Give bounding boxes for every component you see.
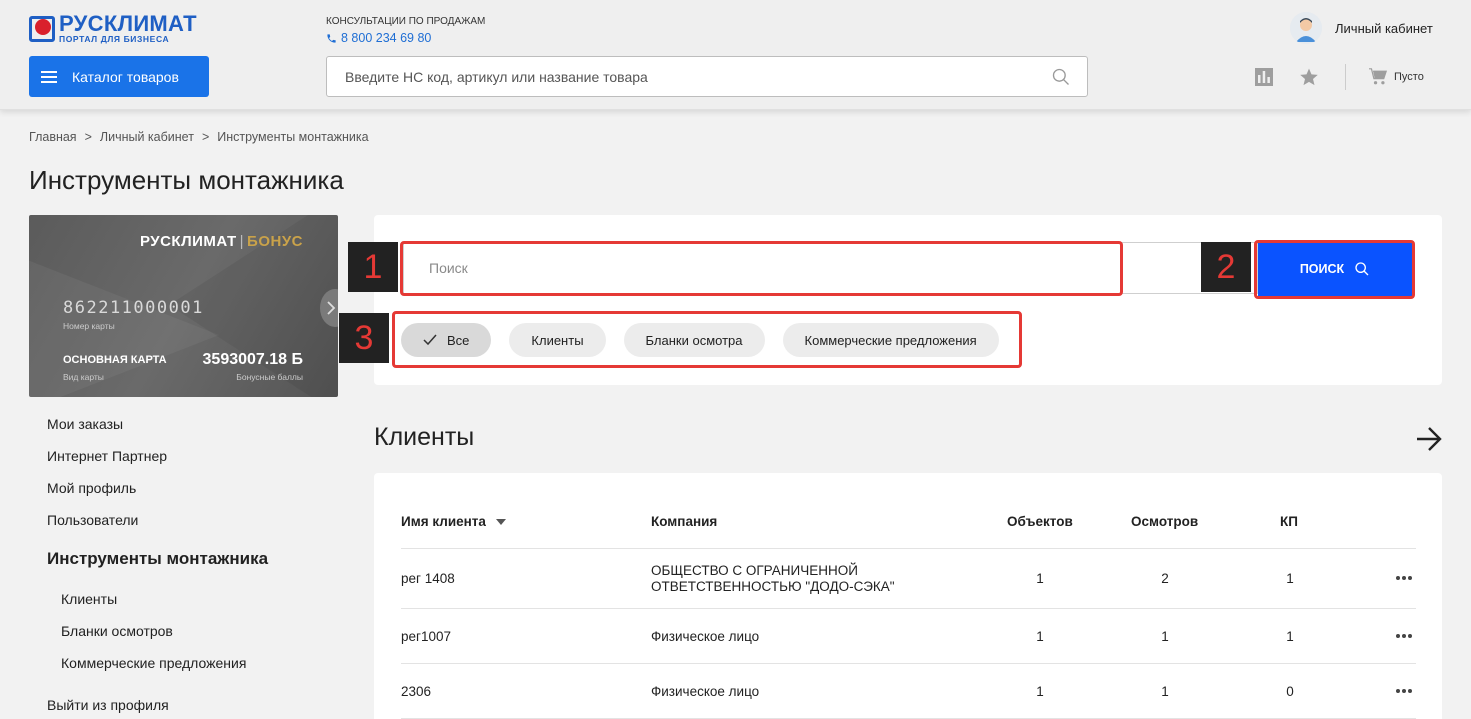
card-balance-label: Бонусные баллы bbox=[236, 372, 303, 382]
column-header-objects: Объектов bbox=[1007, 514, 1073, 529]
table-row-1-objects: 1 bbox=[1036, 571, 1044, 586]
menu-icon bbox=[41, 70, 57, 83]
column-header-company: Компания bbox=[651, 514, 718, 529]
site-header: РУСКЛИМАТ ПОРТАЛ ДЛЯ БИЗНЕСА КОНСУЛЬТАЦИ… bbox=[0, 0, 1471, 110]
sort-down-icon bbox=[495, 518, 506, 525]
page-title: Инструменты монтажника bbox=[29, 165, 344, 195]
sidebar-item-orders[interactable]: Мои заказы bbox=[47, 408, 167, 440]
header-search bbox=[326, 56, 1088, 97]
annotation-label-1: 1 bbox=[348, 242, 398, 292]
logo-mark-icon bbox=[29, 16, 55, 42]
card-balance: 3593007.18 Б bbox=[202, 351, 303, 368]
phone-link[interactable]: 8 800 234 69 80 bbox=[326, 31, 485, 45]
table-row-2-name[interactable]: рег1007 bbox=[401, 629, 451, 644]
sidebar-item-inspections[interactable]: Бланки осмотров bbox=[61, 615, 246, 647]
breadcrumb: Главная > Личный кабинет > Инструменты м… bbox=[29, 130, 369, 144]
column-header-name-label: Имя клиента bbox=[401, 514, 486, 529]
sidebar-menu: Мои заказы Интернет Партнер Мой профиль … bbox=[47, 408, 167, 536]
table-row-3-objects: 1 bbox=[1036, 684, 1044, 699]
card-type-label: Вид карты bbox=[63, 372, 104, 382]
phone-icon bbox=[327, 33, 336, 43]
row-divider bbox=[401, 608, 1416, 609]
sidebar-item-offers[interactable]: Коммерческие предложения bbox=[61, 647, 246, 679]
search-icon[interactable] bbox=[1051, 67, 1071, 87]
breadcrumb-current: Инструменты монтажника bbox=[217, 130, 369, 144]
header-search-input[interactable] bbox=[327, 57, 1027, 96]
table-row-2-inspections: 1 bbox=[1161, 629, 1169, 644]
table-row-1-kp: 1 bbox=[1286, 571, 1294, 586]
clients-title: Клиенты bbox=[374, 423, 475, 451]
breadcrumb-home[interactable]: Главная bbox=[29, 130, 77, 144]
table-row-2-company: Физическое лицо bbox=[651, 629, 760, 644]
card-number-label: Номер карты bbox=[63, 321, 115, 331]
more-icon[interactable] bbox=[1396, 689, 1412, 693]
row-divider bbox=[401, 548, 1416, 549]
column-header-name[interactable]: Имя клиента bbox=[401, 514, 506, 529]
sidebar-item-users[interactable]: Пользователи bbox=[47, 504, 167, 536]
cart-label: Пусто bbox=[1394, 71, 1424, 83]
sales-consult: КОНСУЛЬТАЦИИ ПО ПРОДАЖАМ 8 800 234 69 80 bbox=[326, 16, 485, 45]
more-icon[interactable] bbox=[1396, 576, 1412, 580]
cart-icon bbox=[1369, 68, 1388, 85]
column-header-kp: КП bbox=[1280, 514, 1298, 529]
table-row-1-company: ОБЩЕСТВО С ОГРАНИЧЕННОЙ ОТВЕТСТВЕННОСТЬЮ… bbox=[651, 563, 895, 595]
table-row-2-objects: 1 bbox=[1036, 629, 1044, 644]
more-icon[interactable] bbox=[1396, 634, 1412, 638]
table-row-3-kp: 0 bbox=[1286, 684, 1294, 699]
bonus-brand-name: РУСКЛИМАТ bbox=[139, 233, 237, 250]
account-label: Личный кабинет bbox=[1335, 20, 1433, 36]
breadcrumb-account[interactable]: Личный кабинет bbox=[100, 130, 194, 144]
logout-link[interactable]: Выйти из профиля bbox=[47, 697, 169, 713]
bonus-brand: РУСКЛИМАТ | БОНУС bbox=[140, 233, 303, 250]
table-row-3-company: Физическое лицо bbox=[651, 684, 760, 699]
logo[interactable]: РУСКЛИМАТ ПОРТАЛ ДЛЯ БИЗНЕСА bbox=[29, 11, 197, 44]
sidebar-item-clients[interactable]: Клиенты bbox=[61, 583, 246, 615]
annotation-box-3 bbox=[392, 311, 1022, 368]
company-line: ОТВЕТСТВЕННОСТЬЮ "ДОДО-СЭКА" bbox=[651, 579, 895, 594]
bonus-card: РУСКЛИМАТ | БОНУС 862211000001 Номер карты… bbox=[29, 215, 338, 397]
table-row-3-inspections: 1 bbox=[1161, 684, 1169, 699]
bonus-brand-separator: | bbox=[239, 233, 245, 250]
header-divider bbox=[1345, 64, 1346, 90]
company-line: ОБЩЕСТВО С ОГРАНИЧЕННОЙ bbox=[651, 563, 858, 578]
consult-label: КОНСУЛЬТАЦИИ ПО ПРОДАЖАМ bbox=[326, 16, 486, 27]
logo-title: РУСКЛИМАТ bbox=[59, 11, 197, 36]
annotation-label-2: 2 bbox=[1201, 242, 1251, 292]
sidebar-section-tools[interactable]: Инструменты монтажника bbox=[47, 549, 268, 569]
arrow-right-icon[interactable] bbox=[1415, 426, 1443, 452]
table-row-1-inspections: 2 bbox=[1161, 571, 1169, 586]
sidebar-item-partner[interactable]: Интернет Партнер bbox=[47, 440, 167, 472]
breadcrumb-separator: > bbox=[84, 130, 92, 144]
favorites-icon[interactable] bbox=[1299, 67, 1319, 87]
catalog-label: Каталог товаров bbox=[72, 68, 179, 85]
table-row-2-kp: 1 bbox=[1286, 629, 1294, 644]
account-link[interactable]: Личный кабинет bbox=[1290, 12, 1433, 44]
compare-icon[interactable] bbox=[1254, 67, 1274, 87]
breadcrumb-separator: > bbox=[201, 130, 210, 144]
avatar bbox=[1290, 12, 1322, 44]
annotation-box-1 bbox=[400, 241, 1123, 296]
sidebar-item-profile[interactable]: Мой профиль bbox=[47, 472, 167, 504]
annotation-label-3: 3 bbox=[339, 313, 389, 363]
cart-link[interactable]: Пусто bbox=[1368, 68, 1424, 86]
table-row-1-name[interactable]: рег 1408 bbox=[401, 571, 455, 586]
catalog-button[interactable]: Каталог товаров bbox=[29, 56, 209, 97]
row-divider bbox=[401, 663, 1416, 664]
phone-number: 8 800 234 69 80 bbox=[341, 31, 432, 45]
clients-table bbox=[374, 473, 1442, 719]
sidebar-submenu: Клиенты Бланки осмотров Коммерческие пре… bbox=[61, 583, 246, 679]
column-header-inspections: Осмотров bbox=[1131, 514, 1199, 529]
chevron-right-icon bbox=[327, 301, 336, 315]
bonus-brand-bonus: БОНУС bbox=[247, 233, 303, 250]
annotation-box-2 bbox=[1254, 240, 1415, 299]
card-number: 862211000001 bbox=[63, 298, 204, 318]
table-row-3-name[interactable]: 2306 bbox=[401, 684, 431, 699]
card-type: ОСНОВНАЯ КАРТА bbox=[63, 354, 167, 366]
